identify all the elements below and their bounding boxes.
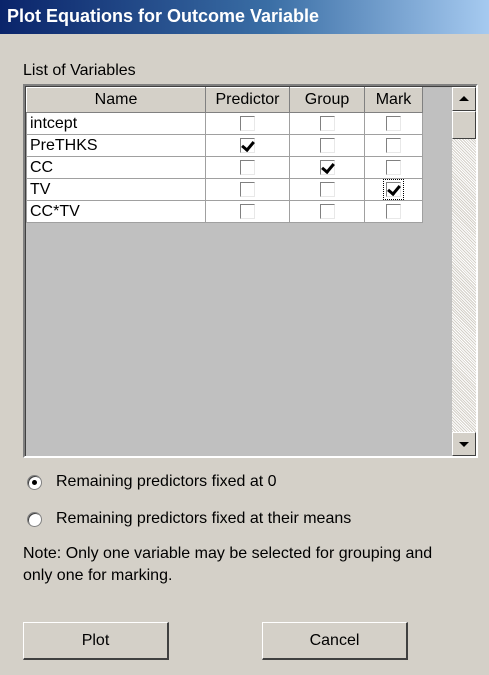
note-text: Note: Only one variable may be selected … — [23, 545, 433, 584]
column-header-name[interactable]: Name — [26, 87, 206, 113]
predictor-cell — [205, 156, 290, 179]
table-row[interactable]: PreTHKS — [26, 134, 423, 157]
variable-name-cell[interactable]: CC — [26, 156, 206, 179]
group-checkbox[interactable] — [319, 115, 335, 131]
mark-checkbox[interactable] — [386, 159, 401, 175]
table-row[interactable]: CC — [26, 156, 423, 179]
scroll-down-button[interactable] — [452, 432, 476, 456]
list-of-variables-label: List of Variables — [23, 62, 136, 79]
window-title: Plot Equations for Outcome Variable — [7, 6, 320, 26]
mark-checkbox[interactable] — [386, 137, 401, 153]
mark-checkbox[interactable] — [383, 178, 404, 200]
variable-name-cell[interactable]: CC*TV — [26, 200, 206, 223]
mark-checkbox[interactable] — [386, 203, 401, 219]
variables-table: Name Predictor Group Mark intcept PreTHKS… — [26, 87, 423, 223]
mark-cell — [364, 156, 423, 179]
radio-fixed-at-zero[interactable]: Remaining predictors fixed at 0 — [27, 473, 277, 491]
group-cell — [289, 200, 365, 223]
radio-button-fixed-at-means[interactable] — [27, 511, 42, 527]
column-header-mark[interactable]: Mark — [364, 87, 423, 113]
predictor-checkbox[interactable] — [240, 137, 255, 153]
arrow-down-icon — [459, 442, 469, 447]
plot-button[interactable]: Plot — [23, 622, 169, 660]
group-cell — [289, 134, 365, 157]
group-checkbox[interactable] — [319, 203, 335, 219]
mark-checkbox[interactable] — [386, 115, 401, 131]
variables-grid[interactable]: Name Predictor Group Mark intcept PreTHKS… — [23, 84, 478, 458]
table-row[interactable]: intcept — [26, 112, 423, 135]
variable-name-cell[interactable]: intcept — [26, 112, 206, 135]
predictor-checkbox[interactable] — [240, 203, 255, 219]
group-cell — [289, 178, 365, 201]
group-checkbox[interactable] — [319, 137, 335, 153]
group-cell — [289, 112, 365, 135]
scroll-thumb[interactable] — [452, 111, 476, 139]
radio-label-fixed-at-means: Remaining predictors fixed at their mean… — [56, 510, 352, 527]
title-bar: Plot Equations for Outcome Variable — [0, 0, 489, 34]
group-checkbox[interactable] — [319, 181, 335, 197]
mark-cell — [364, 178, 423, 201]
predictor-cell — [205, 112, 290, 135]
mark-cell — [364, 112, 423, 135]
mark-cell — [364, 200, 423, 223]
column-header-group[interactable]: Group — [289, 87, 365, 113]
arrow-up-icon — [459, 96, 469, 101]
table-header-row: Name Predictor Group Mark — [26, 87, 423, 113]
table-row[interactable]: TV — [26, 178, 423, 201]
predictor-cell — [205, 178, 290, 201]
radio-label-fixed-at-zero: Remaining predictors fixed at 0 — [56, 473, 277, 490]
scroll-up-button[interactable] — [452, 87, 476, 111]
predictor-checkbox[interactable] — [240, 159, 255, 175]
predictor-cell — [205, 200, 290, 223]
cancel-button[interactable]: Cancel — [262, 622, 408, 660]
mark-cell — [364, 134, 423, 157]
group-checkbox[interactable] — [319, 159, 335, 175]
predictor-checkbox[interactable] — [240, 181, 255, 197]
predictor-cell — [205, 134, 290, 157]
variable-name-cell[interactable]: PreTHKS — [26, 134, 206, 157]
vertical-scrollbar[interactable] — [452, 87, 476, 456]
group-cell — [289, 156, 365, 179]
predictor-checkbox[interactable] — [240, 115, 255, 131]
column-header-predictor[interactable]: Predictor — [205, 87, 290, 113]
variable-name-cell[interactable]: TV — [26, 178, 206, 201]
radio-fixed-at-means[interactable]: Remaining predictors fixed at their mean… — [27, 510, 351, 528]
table-row[interactable]: CC*TV — [26, 200, 423, 223]
radio-button-fixed-at-zero[interactable] — [27, 474, 42, 490]
